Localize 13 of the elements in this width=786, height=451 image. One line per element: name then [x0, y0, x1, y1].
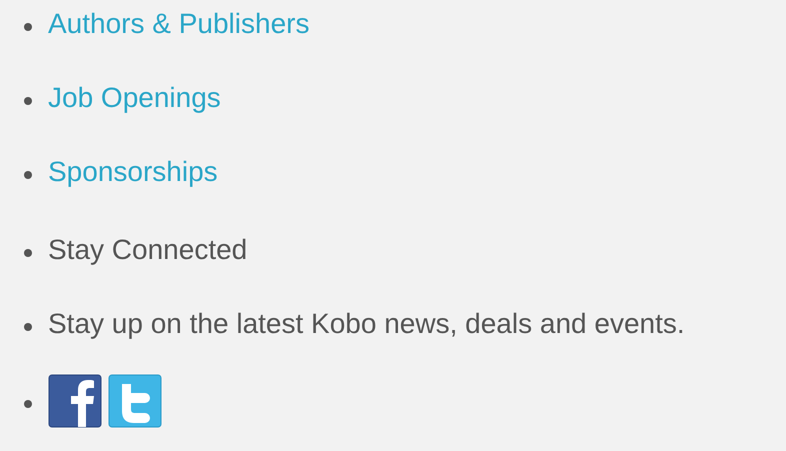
facebook-icon[interactable] — [48, 374, 102, 428]
bullet-icon — [24, 171, 32, 179]
bullet-icon — [24, 400, 32, 408]
twitter-icon[interactable] — [108, 374, 162, 428]
section-heading: Stay Connected — [48, 234, 248, 266]
bullet-icon — [24, 249, 32, 257]
bullet-icon — [24, 323, 32, 331]
bullet-icon — [24, 97, 32, 105]
footer-link[interactable]: Authors & Publishers — [48, 8, 310, 40]
bullet-icon — [24, 23, 32, 31]
footer-link[interactable]: Job Openings — [48, 82, 221, 114]
description-text: Stay up on the latest Kobo news, deals and events. — [48, 308, 685, 340]
footer-link[interactable]: Sponsorships — [48, 156, 218, 188]
